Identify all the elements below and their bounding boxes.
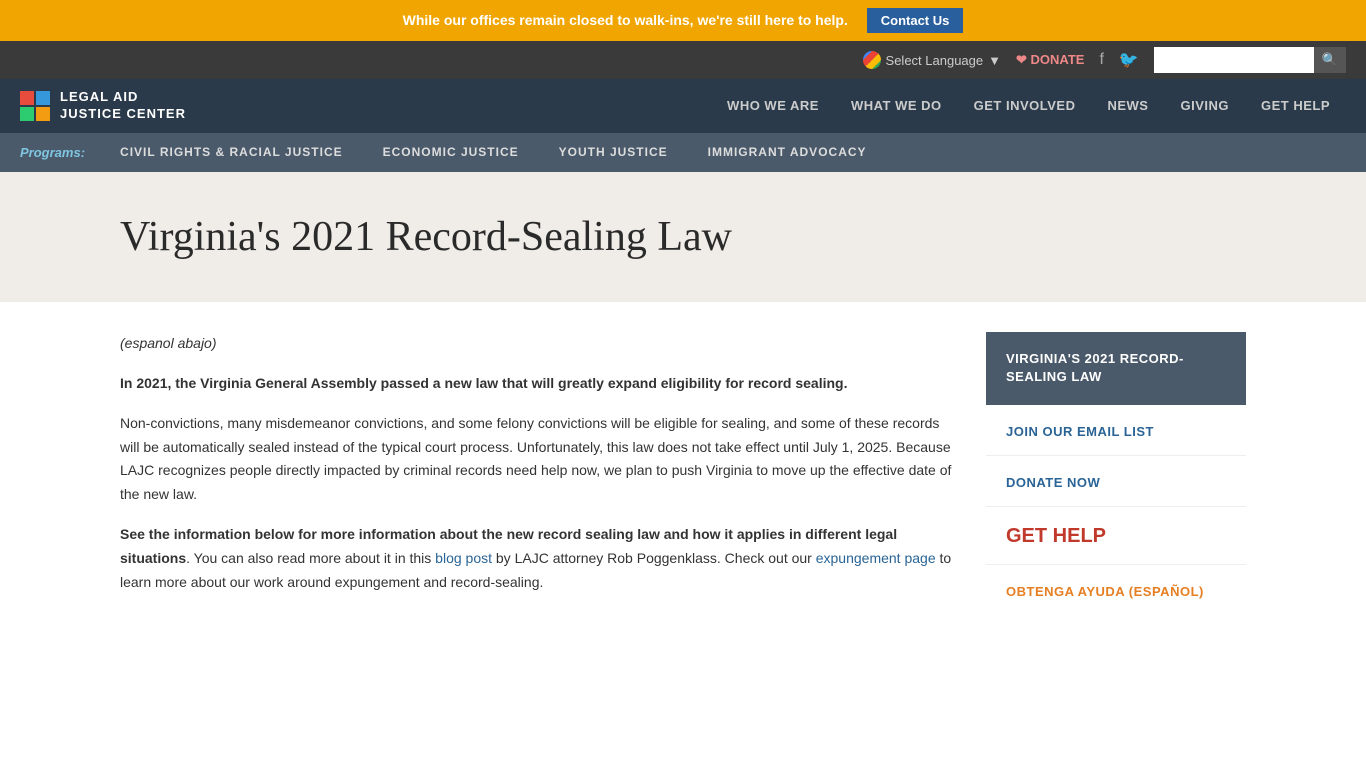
sidebar-active-item: VIRGINIA'S 2021 RECORD-SEALING LAW	[986, 332, 1246, 404]
nav-who-we-are[interactable]: WHO WE ARE	[711, 80, 835, 131]
search-input[interactable]	[1154, 49, 1314, 72]
program-civil-rights[interactable]: CIVIL RIGHTS & RACIAL JUSTICE	[100, 133, 363, 171]
sidebar-join-email[interactable]: JOIN OUR EMAIL LIST	[986, 407, 1246, 456]
sidebar: VIRGINIA'S 2021 RECORD-SEALING LAW JOIN …	[986, 332, 1246, 614]
para2-middle: by LAJC attorney Rob Poggenklass. Check …	[492, 550, 816, 566]
contact-us-button[interactable]: Contact Us	[867, 8, 964, 33]
program-immigrant-advocacy[interactable]: IMMIGRANT ADVOCACY	[688, 133, 887, 171]
facebook-link[interactable]: f	[1099, 51, 1103, 69]
search-bar: 🔍	[1154, 47, 1346, 73]
nav-news[interactable]: NEWS	[1091, 80, 1164, 131]
para2-before: . You can also read more about it in thi…	[186, 550, 435, 566]
sidebar-join-email-label: JOIN OUR EMAIL LIST	[1006, 424, 1154, 439]
language-selector[interactable]: Select Language ▼	[863, 51, 1001, 69]
twitter-link[interactable]: 🐦	[1119, 50, 1139, 70]
logo-text: LEGAL AID JUSTICE CENTER	[60, 89, 186, 123]
sidebar-active-label: VIRGINIA'S 2021 RECORD-SEALING LAW	[1006, 351, 1184, 384]
page-title: Virginia's 2021 Record-Sealing Law	[120, 212, 1246, 262]
announcement-text: While our offices remain closed to walk-…	[403, 12, 848, 28]
program-youth-justice[interactable]: YOUTH JUSTICE	[539, 133, 688, 171]
programs-label: Programs:	[20, 133, 85, 172]
nav-what-we-do[interactable]: WHAT WE DO	[835, 80, 958, 131]
sidebar-donate-now[interactable]: DONATE NOW	[986, 458, 1246, 507]
main-nav: LEGAL AID JUSTICE CENTER WHO WE ARE WHAT…	[0, 79, 1366, 133]
sidebar-espanol-label: OBTENGA AYUDA (ESPAÑOL)	[1006, 584, 1204, 599]
page-title-area: Virginia's 2021 Record-Sealing Law	[0, 172, 1366, 302]
main-content: (espanol abajo) In 2021, the Virginia Ge…	[120, 332, 956, 614]
nav-get-help[interactable]: GET HELP	[1245, 80, 1346, 131]
bold-intro: In 2021, the Virginia General Assembly p…	[120, 375, 847, 391]
expungement-link[interactable]: expungement page	[816, 550, 936, 566]
sidebar-donate-now-label: DONATE NOW	[1006, 475, 1100, 490]
utility-bar: Select Language ▼ ❤ DONATE f 🐦 🔍	[0, 41, 1366, 79]
google-icon	[863, 51, 881, 69]
sidebar-espanol[interactable]: OBTENGA AYUDA (ESPAÑOL)	[986, 567, 1246, 615]
announcement-bar: While our offices remain closed to walk-…	[0, 0, 1366, 41]
programs-bar: Programs: CIVIL RIGHTS & RACIAL JUSTICE …	[0, 133, 1366, 172]
body-paragraph-2: See the information below for more infor…	[120, 523, 956, 594]
sidebar-get-help-label: GET HELP	[1006, 525, 1106, 547]
program-economic-justice[interactable]: ECONOMIC JUSTICE	[363, 133, 539, 171]
search-button[interactable]: 🔍	[1314, 47, 1346, 73]
content-wrapper: (espanol abajo) In 2021, the Virginia Ge…	[0, 302, 1366, 644]
nav-links: WHO WE ARE WHAT WE DO GET INVOLVED NEWS …	[711, 80, 1346, 131]
language-arrow: ▼	[988, 53, 1001, 68]
donate-button[interactable]: ❤ DONATE	[1016, 52, 1084, 68]
body-paragraph-1: Non-convictions, many misdemeanor convic…	[120, 412, 956, 507]
logo-icon	[20, 91, 50, 121]
logo[interactable]: LEGAL AID JUSTICE CENTER	[20, 79, 186, 133]
sidebar-get-help[interactable]: GET HELP	[986, 509, 1246, 565]
blog-post-link[interactable]: blog post	[435, 550, 492, 566]
intro-paragraph: In 2021, the Virginia General Assembly p…	[120, 372, 956, 396]
language-label: Select Language	[886, 53, 984, 68]
nav-get-involved[interactable]: GET INVOLVED	[958, 80, 1092, 131]
nav-giving[interactable]: GIVING	[1164, 80, 1245, 131]
espanol-note: (espanol abajo)	[120, 332, 956, 356]
